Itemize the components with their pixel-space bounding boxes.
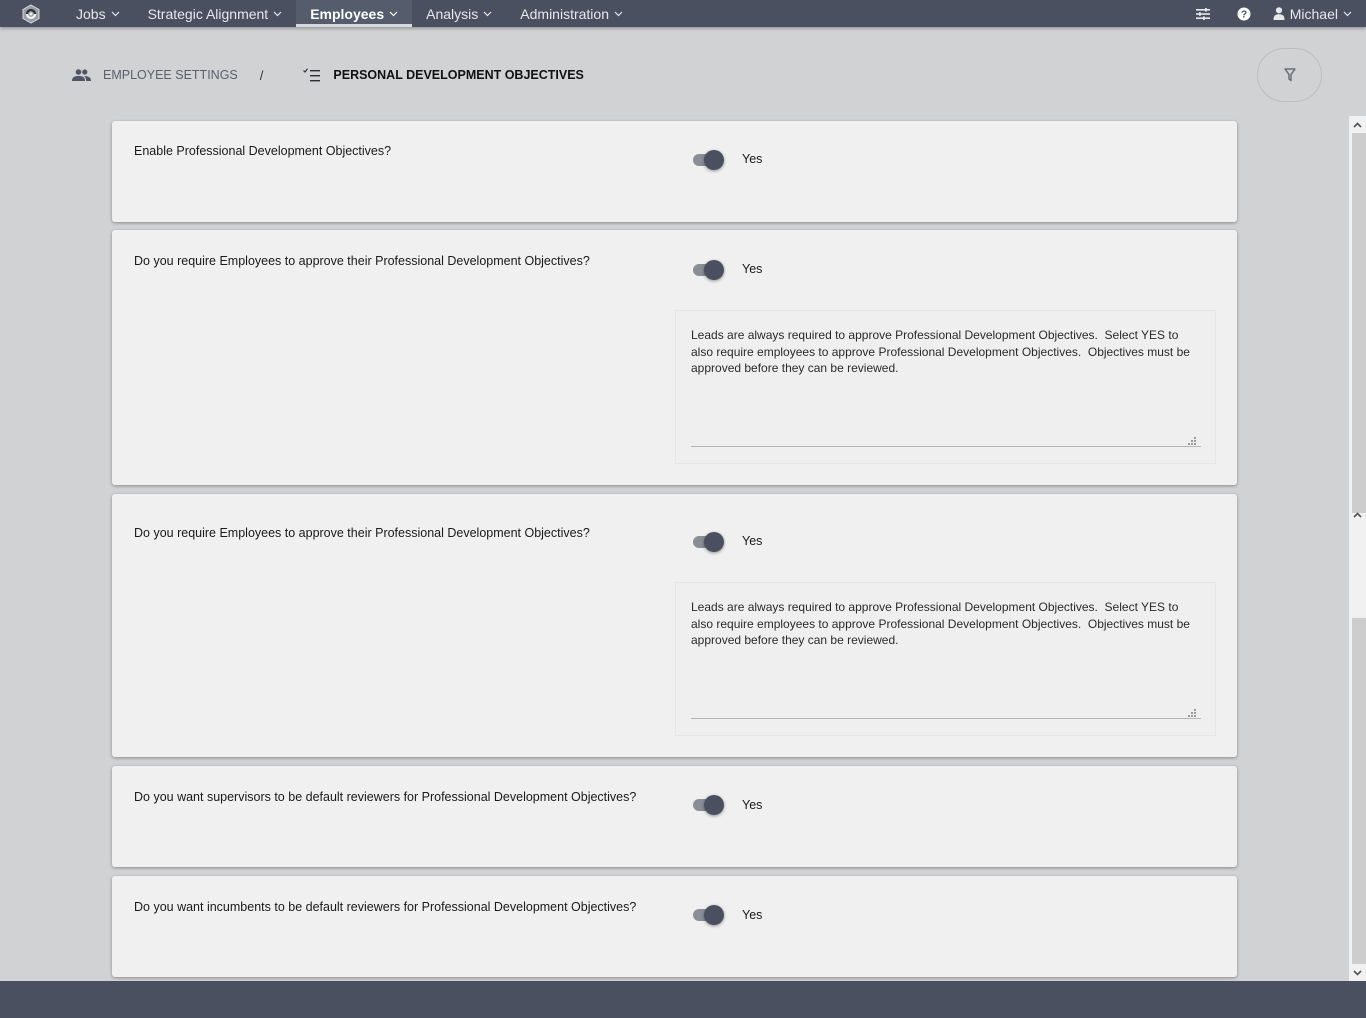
scroll-thumb-handle[interactable] — [1349, 506, 1366, 523]
resize-grip-icon[interactable] — [1188, 709, 1196, 717]
user-menu[interactable]: Michael — [1265, 0, 1366, 27]
toggle-value-label: Yes — [742, 152, 763, 166]
nav-administration[interactable]: Administration — [506, 0, 637, 27]
toggle-thumb — [704, 150, 724, 170]
chevron-down-icon — [614, 11, 623, 17]
nav-administration-label: Administration — [520, 5, 609, 22]
setting-card-supervisor-reviewers: Do you want supervisors to be default re… — [112, 766, 1237, 867]
checklist-icon — [303, 68, 321, 82]
setting-question: Do you want supervisors to be default re… — [134, 790, 637, 804]
scroll-track[interactable] — [1352, 618, 1366, 964]
vertical-scrollbar[interactable] — [1349, 116, 1366, 982]
breadcrumb-parent-label: EMPLOYEE SETTINGS — [103, 68, 238, 82]
setting-question: Do you want incumbents to be default rev… — [134, 900, 637, 914]
nav-analysis[interactable]: Analysis — [412, 0, 506, 27]
toggle-value-label: Yes — [742, 262, 763, 276]
nav-strategic-alignment[interactable]: Strategic Alignment — [134, 0, 297, 27]
app-logo[interactable] — [0, 0, 62, 27]
incumbent-reviewers-toggle[interactable] — [691, 905, 725, 925]
breadcrumb: EMPLOYEE SETTINGS / PERSONAL DEVELOPMENT… — [72, 63, 584, 87]
sliders-icon — [1196, 7, 1211, 20]
scroll-down-button[interactable] — [1349, 964, 1366, 981]
settings-button[interactable] — [1183, 0, 1224, 27]
employee-approval-toggle-2[interactable] — [691, 532, 725, 552]
note-textarea[interactable]: Leads are always required to approve Pro… — [691, 327, 1201, 447]
nav-analysis-label: Analysis — [426, 5, 479, 22]
filter-button[interactable] — [1257, 48, 1322, 102]
toggle-thumb — [704, 795, 724, 815]
toggle-thumb — [704, 905, 724, 925]
nav-employees-label: Employees — [310, 5, 385, 22]
chevron-down-icon — [1353, 969, 1362, 976]
resize-grip-icon[interactable] — [1188, 437, 1196, 445]
breadcrumb-employee-settings[interactable]: EMPLOYEE SETTINGS — [72, 68, 238, 82]
setting-card-employee-approval-2: Do you require Employees to approve thei… — [112, 494, 1237, 757]
chevron-down-icon — [273, 11, 282, 17]
help-button[interactable]: ? — [1224, 0, 1265, 27]
toggle-thumb — [704, 260, 724, 280]
nav-employees[interactable]: Employees — [296, 0, 413, 27]
chevron-up-icon — [1353, 511, 1362, 518]
chevron-down-icon — [1343, 11, 1352, 17]
scroll-track[interactable] — [1352, 133, 1366, 513]
scroll-up-button[interactable] — [1349, 116, 1366, 133]
nav-right-group: ? Michael — [1183, 0, 1366, 27]
people-icon — [72, 69, 91, 81]
filter-icon — [1283, 68, 1296, 82]
setting-card-enable: Enable Professional Development Objectiv… — [112, 121, 1237, 222]
toggle-value-label: Yes — [742, 908, 763, 922]
help-circle-icon: ? — [1237, 7, 1251, 20]
svg-text:?: ? — [1241, 9, 1247, 20]
supervisor-reviewers-toggle[interactable] — [691, 795, 725, 815]
breadcrumb-current: PERSONAL DEVELOPMENT OBJECTIVES — [303, 68, 584, 82]
setting-question: Do you require Employees to approve thei… — [134, 254, 590, 268]
chevron-up-icon — [1353, 121, 1362, 128]
toggle-thumb — [704, 532, 724, 552]
top-nav-bar: Jobs Strategic Alignment Employees Analy… — [0, 0, 1366, 27]
note-container: Leads are always required to approve Pro… — [675, 310, 1216, 464]
footer-bar — [0, 981, 1366, 1018]
enable-toggle[interactable] — [691, 150, 725, 170]
user-name: Michael — [1289, 5, 1338, 22]
setting-card-incumbent-reviewers: Do you want incumbents to be default rev… — [112, 876, 1237, 977]
setting-question: Do you require Employees to approve thei… — [134, 526, 590, 540]
chevron-down-icon — [111, 11, 120, 17]
nav-jobs-label: Jobs — [76, 5, 106, 22]
user-icon — [1273, 7, 1285, 20]
setting-question: Enable Professional Development Objectiv… — [134, 144, 392, 158]
nav-jobs[interactable]: Jobs — [62, 0, 134, 27]
note-textarea[interactable]: Leads are always required to approve Pro… — [691, 599, 1201, 719]
employee-approval-toggle[interactable] — [691, 260, 725, 280]
logo-icon — [22, 3, 40, 24]
toggle-value-label: Yes — [742, 534, 763, 548]
chevron-down-icon — [389, 11, 398, 17]
breadcrumb-separator: / — [259, 67, 264, 83]
breadcrumb-current-label: PERSONAL DEVELOPMENT OBJECTIVES — [333, 68, 584, 82]
setting-card-employee-approval: Do you require Employees to approve thei… — [112, 230, 1237, 485]
chevron-down-icon — [483, 11, 492, 17]
nav-strategic-alignment-label: Strategic Alignment — [147, 5, 269, 22]
toggle-value-label: Yes — [742, 798, 763, 812]
note-container: Leads are always required to approve Pro… — [675, 582, 1216, 736]
